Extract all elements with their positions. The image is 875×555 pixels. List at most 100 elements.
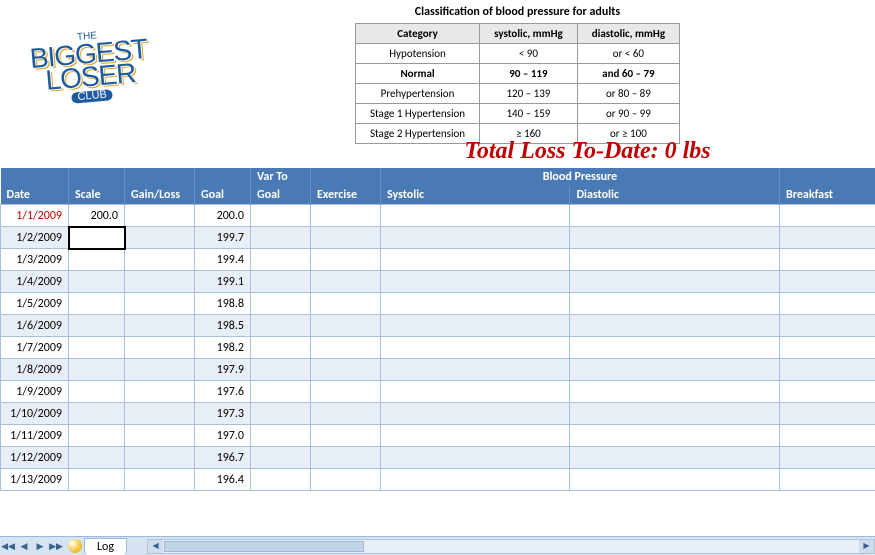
cell[interactable] xyxy=(125,359,195,381)
horizontal-scrollbar[interactable]: ◀ ▶ xyxy=(147,539,875,554)
col-date[interactable]: Date xyxy=(1,186,69,205)
cell[interactable] xyxy=(251,227,311,249)
table-row[interactable]: 1/12/2009 196.7 xyxy=(1,447,875,469)
col-scale[interactable]: Scale xyxy=(69,186,125,205)
cell[interactable] xyxy=(69,469,125,491)
cell[interactable] xyxy=(311,271,381,293)
cell[interactable] xyxy=(780,271,875,293)
cell[interactable] xyxy=(570,425,780,447)
cell[interactable] xyxy=(381,359,570,381)
cell[interactable]: 1/1/2009 xyxy=(1,205,69,227)
cell[interactable] xyxy=(780,337,875,359)
cell[interactable]: 1/10/2009 xyxy=(1,403,69,425)
cell[interactable]: 1/12/2009 xyxy=(1,447,69,469)
cell[interactable] xyxy=(251,447,311,469)
cell[interactable] xyxy=(251,315,311,337)
scroll-thumb[interactable] xyxy=(164,541,364,552)
cell[interactable]: 1/11/2009 xyxy=(1,425,69,447)
cell[interactable] xyxy=(381,469,570,491)
cell[interactable] xyxy=(311,447,381,469)
col-diastolic[interactable]: Diastolic xyxy=(570,186,780,205)
cell[interactable]: 1/13/2009 xyxy=(1,469,69,491)
col-systolic[interactable]: Systolic xyxy=(381,186,570,205)
cell[interactable]: 196.7 xyxy=(195,447,251,469)
cell[interactable] xyxy=(251,425,311,447)
cell[interactable] xyxy=(69,293,125,315)
cell[interactable] xyxy=(125,469,195,491)
cell[interactable] xyxy=(69,337,125,359)
col-breakfast[interactable]: Breakfast xyxy=(780,186,875,205)
cell[interactable] xyxy=(125,293,195,315)
cell[interactable] xyxy=(780,447,875,469)
cell[interactable]: 199.4 xyxy=(195,249,251,271)
cell[interactable] xyxy=(780,293,875,315)
cell[interactable]: 1/7/2009 xyxy=(1,337,69,359)
col-gainloss[interactable]: Gain/Loss xyxy=(125,186,195,205)
first-sheet-button[interactable]: ◀◀ xyxy=(0,538,16,554)
cell[interactable] xyxy=(381,425,570,447)
col-var-goal[interactable]: Goal xyxy=(251,186,311,205)
cell[interactable] xyxy=(570,359,780,381)
cell[interactable] xyxy=(125,227,195,249)
cell[interactable] xyxy=(780,403,875,425)
cell[interactable] xyxy=(570,315,780,337)
cell[interactable] xyxy=(251,381,311,403)
cell[interactable] xyxy=(381,249,570,271)
cell[interactable] xyxy=(780,469,875,491)
cell[interactable]: 197.0 xyxy=(195,425,251,447)
cell[interactable] xyxy=(780,381,875,403)
cell[interactable] xyxy=(570,337,780,359)
cell[interactable] xyxy=(780,425,875,447)
cell[interactable] xyxy=(125,249,195,271)
cell[interactable]: 1/8/2009 xyxy=(1,359,69,381)
cell[interactable] xyxy=(311,425,381,447)
cell[interactable] xyxy=(311,205,381,227)
cell[interactable] xyxy=(125,315,195,337)
cell[interactable]: 198.5 xyxy=(195,315,251,337)
cell[interactable] xyxy=(381,315,570,337)
cell[interactable] xyxy=(311,249,381,271)
table-row[interactable]: 1/4/2009 199.1 xyxy=(1,271,875,293)
cell[interactable] xyxy=(69,425,125,447)
table-row[interactable]: 1/3/2009 199.4 xyxy=(1,249,875,271)
cell[interactable] xyxy=(251,337,311,359)
cell[interactable] xyxy=(251,271,311,293)
cell[interactable] xyxy=(69,381,125,403)
cell[interactable] xyxy=(69,447,125,469)
scroll-left-button[interactable]: ◀ xyxy=(148,540,163,553)
cell[interactable] xyxy=(780,227,875,249)
cell[interactable]: 1/6/2009 xyxy=(1,315,69,337)
cell[interactable]: 199.7 xyxy=(195,227,251,249)
cell[interactable]: 200.0 xyxy=(69,205,125,227)
cell[interactable] xyxy=(570,469,780,491)
cell[interactable] xyxy=(69,227,125,249)
table-row[interactable]: 1/13/2009 196.4 xyxy=(1,469,875,491)
cell[interactable] xyxy=(125,447,195,469)
cell[interactable] xyxy=(69,403,125,425)
cell[interactable]: 199.1 xyxy=(195,271,251,293)
cell[interactable] xyxy=(251,359,311,381)
cell[interactable]: 1/4/2009 xyxy=(1,271,69,293)
cell[interactable] xyxy=(780,249,875,271)
col-exercise[interactable]: Exercise xyxy=(311,186,381,205)
cell[interactable] xyxy=(69,249,125,271)
cell[interactable] xyxy=(381,205,570,227)
cell[interactable] xyxy=(381,227,570,249)
table-row[interactable]: 1/5/2009198.8 xyxy=(1,293,875,315)
cell[interactable] xyxy=(570,227,780,249)
cell[interactable]: 1/3/2009 xyxy=(1,249,69,271)
cell[interactable] xyxy=(69,271,125,293)
cell[interactable] xyxy=(251,293,311,315)
cell[interactable]: 196.4 xyxy=(195,469,251,491)
cell[interactable] xyxy=(125,337,195,359)
cell[interactable]: 198.2 xyxy=(195,337,251,359)
cell[interactable] xyxy=(381,447,570,469)
cell[interactable] xyxy=(311,469,381,491)
cell[interactable] xyxy=(570,447,780,469)
table-row[interactable]: 1/9/2009197.6 xyxy=(1,381,875,403)
cell[interactable] xyxy=(381,271,570,293)
cell[interactable]: 1/9/2009 xyxy=(1,381,69,403)
cell[interactable]: 1/2/2009 xyxy=(1,227,69,249)
last-sheet-button[interactable]: ▶▶ xyxy=(48,538,64,554)
prev-sheet-button[interactable]: ◀ xyxy=(16,538,32,554)
